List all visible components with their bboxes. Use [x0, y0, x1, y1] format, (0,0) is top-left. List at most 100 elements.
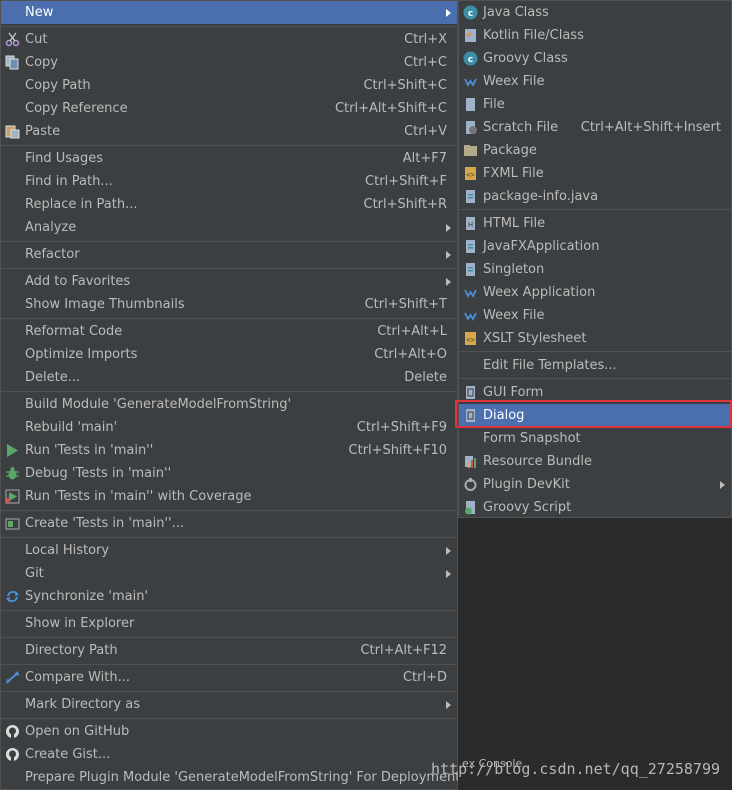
menu-separator	[1, 318, 457, 319]
weex-icon	[463, 74, 478, 89]
svg-text:H: H	[468, 221, 473, 229]
weex-icon	[463, 285, 478, 300]
submenu-separator	[459, 209, 731, 210]
submenu-item-edit-file-templates[interactable]: Edit File Templates...	[459, 354, 731, 377]
java-file-icon	[463, 262, 478, 277]
submenu-item-weex-file-2[interactable]: Weex File	[459, 304, 731, 327]
menu-item-replace-in-path[interactable]: Replace in Path... Ctrl+Shift+R	[1, 193, 457, 216]
menu-separator	[1, 268, 457, 269]
run-icon	[5, 443, 20, 458]
submenu-item-javafx-application[interactable]: JavaFXApplication	[459, 235, 731, 258]
submenu-item-form-snapshot[interactable]: Form Snapshot	[459, 427, 731, 450]
menu-separator	[1, 537, 457, 538]
menu-separator	[1, 391, 457, 392]
java-file-icon	[463, 239, 478, 254]
submenu-item-xslt-stylesheet[interactable]: <> XSLT Stylesheet	[459, 327, 731, 350]
submenu-item-plugin-devkit[interactable]: Plugin DevKit	[459, 473, 731, 496]
sync-icon	[5, 589, 20, 604]
menu-separator	[1, 664, 457, 665]
coverage-icon	[5, 489, 20, 504]
groovy-script-icon	[463, 500, 478, 515]
menu-item-reformat-code[interactable]: Reformat Code Ctrl+Alt+L	[1, 320, 457, 343]
groovy-class-icon: c	[463, 51, 478, 66]
submenu-arrow-icon	[446, 570, 451, 578]
menu-separator	[1, 145, 457, 146]
submenu-arrow-icon	[446, 9, 451, 17]
scissors-icon	[5, 32, 20, 47]
menu-item-copy-reference[interactable]: Copy Reference Ctrl+Alt+Shift+C	[1, 97, 457, 120]
weex-icon	[463, 308, 478, 323]
menu-item-synchronize[interactable]: Synchronize 'main'	[1, 585, 457, 608]
menu-item-git[interactable]: Git	[1, 562, 457, 585]
package-icon	[463, 143, 478, 158]
menu-item-delete[interactable]: Delete... Delete	[1, 366, 457, 389]
submenu-item-kotlin-file[interactable]: Kotlin File/Class	[459, 24, 731, 47]
submenu-item-package-info[interactable]: package-info.java	[459, 185, 731, 208]
menu-item-debug-tests[interactable]: Debug 'Tests in 'main''	[1, 462, 457, 485]
menu-item-show-image-thumbnails[interactable]: Show Image Thumbnails Ctrl+Shift+T	[1, 293, 457, 316]
menu-item-copy-path[interactable]: Copy Path Ctrl+Shift+C	[1, 74, 457, 97]
menu-item-paste[interactable]: Paste Ctrl+V	[1, 120, 457, 143]
menu-item-local-history[interactable]: Local History	[1, 539, 457, 562]
submenu-separator	[459, 378, 731, 379]
svg-text:c: c	[468, 55, 473, 65]
menu-item-copy[interactable]: Copy Ctrl+C	[1, 51, 457, 74]
menu-item-show-in-explorer[interactable]: Show in Explorer	[1, 612, 457, 635]
java-file-icon	[463, 189, 478, 204]
submenu-arrow-icon	[446, 278, 451, 286]
menu-item-build-module[interactable]: Build Module 'GenerateModelFromString'	[1, 393, 457, 416]
submenu-arrow-icon	[720, 481, 725, 489]
submenu-item-java-class[interactable]: c Java Class	[459, 1, 731, 24]
menu-item-refactor[interactable]: Refactor	[1, 243, 457, 266]
menu-separator	[1, 637, 457, 638]
submenu-item-weex-application[interactable]: Weex Application	[459, 281, 731, 304]
fxml-file-icon: <>	[463, 166, 478, 181]
menu-item-open-on-github[interactable]: Open on GitHub	[1, 720, 457, 743]
submenu-item-resource-bundle[interactable]: Resource Bundle	[459, 450, 731, 473]
menu-item-directory-path[interactable]: Directory Path Ctrl+Alt+F12	[1, 639, 457, 662]
menu-separator	[1, 718, 457, 719]
github-icon	[5, 747, 20, 762]
submenu-item-package[interactable]: Package	[459, 139, 731, 162]
menu-item-optimize-imports[interactable]: Optimize Imports Ctrl+Alt+O	[1, 343, 457, 366]
submenu-item-fxml-file[interactable]: <> FXML File	[459, 162, 731, 185]
menu-item-prepare-plugin-module[interactable]: Prepare Plugin Module 'GenerateModelFrom…	[1, 766, 460, 789]
menu-item-find-usages[interactable]: Find Usages Alt+F7	[1, 147, 457, 170]
menu-separator	[1, 26, 457, 27]
watermark: http://blog.csdn.net/qq_27258799	[431, 760, 720, 778]
menu-item-create-tests[interactable]: Create 'Tests in 'main''...	[1, 512, 457, 535]
menu-item-cut[interactable]: Cut Ctrl+X	[1, 28, 457, 51]
submenu-item-groovy-class[interactable]: c Groovy Class	[459, 47, 731, 70]
compare-icon	[5, 670, 20, 685]
submenu-item-weex-file[interactable]: Weex File	[459, 70, 731, 93]
menu-item-create-gist[interactable]: Create Gist...	[1, 743, 457, 766]
menu-item-new[interactable]: New	[1, 1, 457, 24]
menu-item-run-with-coverage[interactable]: Run 'Tests in 'main'' with Coverage	[1, 485, 457, 508]
submenu-item-file[interactable]: File	[459, 93, 731, 116]
menu-item-mark-directory-as[interactable]: Mark Directory as	[1, 693, 457, 716]
submenu-item-scratch-file[interactable]: Scratch File Ctrl+Alt+Shift+Insert	[459, 116, 731, 139]
submenu-arrow-icon	[446, 224, 451, 232]
submenu-item-groovy-script[interactable]: Groovy Script	[459, 496, 731, 519]
submenu-arrow-icon	[446, 701, 451, 709]
kotlin-file-icon	[463, 28, 478, 43]
svg-text:<>: <>	[466, 171, 474, 179]
dialog-highlight-frame	[455, 400, 732, 428]
menu-item-add-to-favorites[interactable]: Add to Favorites	[1, 270, 457, 293]
menu-item-find-in-path[interactable]: Find in Path... Ctrl+Shift+F	[1, 170, 457, 193]
submenu-arrow-icon	[446, 251, 451, 259]
submenu-item-singleton[interactable]: Singleton	[459, 258, 731, 281]
xslt-file-icon: <>	[463, 331, 478, 346]
debug-bug-icon	[5, 466, 20, 481]
resource-bundle-icon	[463, 454, 478, 469]
submenu-separator	[459, 351, 731, 352]
submenu-arrow-icon	[446, 547, 451, 555]
submenu-item-html-file[interactable]: H HTML File	[459, 212, 731, 235]
menu-item-run-tests[interactable]: Run 'Tests in 'main'' Ctrl+Shift+F10	[1, 439, 457, 462]
test-class-icon	[5, 516, 20, 531]
menu-item-compare-with[interactable]: Compare With... Ctrl+D	[1, 666, 457, 689]
form-icon	[463, 385, 478, 400]
menu-item-analyze[interactable]: Analyze	[1, 216, 457, 239]
menu-item-rebuild[interactable]: Rebuild 'main' Ctrl+Shift+F9	[1, 416, 457, 439]
java-class-icon: c	[463, 5, 478, 20]
